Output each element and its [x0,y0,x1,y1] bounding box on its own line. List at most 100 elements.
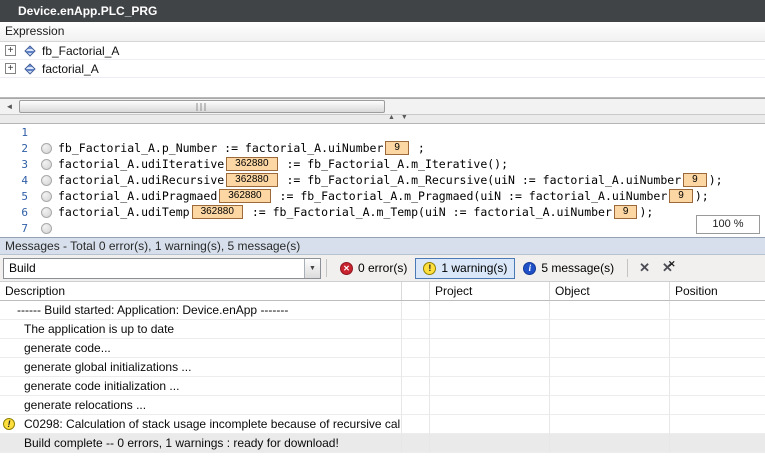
expand-plus-icon[interactable]: + [5,63,16,74]
warnings-filter-label: 1 warning(s) [441,261,507,275]
messages-toolbar: Build ▼ ✕ 0 error(s) ! 1 warning(s) i 5 … [0,255,765,282]
watch-row-factorial[interactable]: + factorial_A [0,60,765,78]
clear-all-messages-icon[interactable]: ✕ [662,258,673,278]
splitter-collapse-icons[interactable]: ▲▼ [388,114,414,121]
code-line[interactable]: 5 factorial_A.udiPragmaed362880 := fb_Fa… [0,188,765,204]
breakpoint-indicator-icon[interactable] [41,143,52,154]
message-description: generate code... [0,339,402,358]
monitor-value: 9 [614,205,638,219]
warning-icon: ! [423,262,436,275]
breakpoint-column[interactable] [34,223,58,234]
message-description: generate code initialization ... [0,377,402,396]
message-row[interactable]: The application is up to date [0,320,765,339]
watch-panel: Expression + fb_Factorial_A + factorial_… [0,22,765,98]
clear-messages-icon[interactable]: ✕ [639,258,650,278]
monitor-value: 9 [669,189,693,203]
monitor-value: 362880 [226,173,277,187]
message-row[interactable]: ------ Build started: Application: Devic… [0,301,765,320]
code-line[interactable]: 3 factorial_A.udiIterative362880 := fb_F… [0,156,765,172]
code-text: factorial_A.udiIterative362880 := fb_Fac… [58,157,508,172]
breakpoint-column[interactable] [34,159,58,170]
line-number: 6 [0,206,34,219]
message-description: Build complete -- 0 errors, 1 warnings :… [0,434,402,453]
messages-table-header: Description Project Object Position [0,282,765,301]
line-number: 2 [0,142,34,155]
line-number: 3 [0,158,34,171]
breakpoint-column[interactable] [34,143,58,154]
horizontal-scrollbar[interactable]: ◄ [0,98,765,115]
chevron-down-icon[interactable]: ▼ [304,259,320,278]
message-row[interactable]: generate global initializations ... [0,358,765,377]
monitor-value: 362880 [219,189,270,203]
panel-splitter[interactable]: ▲▼ [0,115,765,124]
code-text: factorial_A.udiTemp362880 := fb_Factoria… [58,205,653,220]
scroll-left-icon[interactable]: ◄ [2,100,17,113]
column-header-spacer [402,282,430,300]
column-header-object[interactable]: Object [550,282,670,300]
code-text: factorial_A.udiRecursive362880 := fb_Fac… [58,173,723,188]
message-row-build-complete[interactable]: Build complete -- 0 errors, 1 warnings :… [0,434,765,453]
message-description: The application is up to date [0,320,402,339]
document-tab-title[interactable]: Device.enApp.PLC_PRG [0,0,765,22]
messages-summary-label: Messages - Total 0 error(s), 1 warning(s… [5,239,300,253]
breakpoint-indicator-icon[interactable] [41,191,52,202]
monitor-value: 9 [683,173,707,187]
message-row[interactable]: generate code initialization ... [0,377,765,396]
line-number: 7 [0,222,34,235]
plc-editor-window: Device.enApp.PLC_PRG Expression + fb_Fac… [0,0,765,460]
code-text: factorial_A.udiPragmaed362880 := fb_Fact… [58,189,709,204]
error-icon: ✕ [340,262,353,275]
line-number: 1 [0,126,34,139]
code-text: fb_Factorial_A.p_Number := factorial_A.u… [58,141,425,156]
warnings-filter-button[interactable]: ! 1 warning(s) [415,258,515,279]
breakpoint-indicator-icon[interactable] [41,159,52,170]
code-line[interactable]: 6 factorial_A.udiTemp362880 := fb_Factor… [0,204,765,220]
line-number: 4 [0,174,34,187]
expression-header-label: Expression [5,24,64,38]
expression-column-header[interactable]: Expression [0,22,765,42]
breakpoint-indicator-icon[interactable] [41,223,52,234]
message-description: ------ Build started: Application: Devic… [0,301,402,320]
code-line[interactable]: 2 fb_Factorial_A.p_Number := factorial_A… [0,140,765,156]
message-description: generate relocations ... [0,396,402,415]
scrollbar-grip-icon [197,103,208,111]
column-header-position[interactable]: Position [670,282,765,300]
message-description: generate global initializations ... [0,358,402,377]
category-dropdown-value: Build [4,261,304,275]
code-line[interactable]: 1 [0,124,765,140]
scrollbar-thumb[interactable] [19,100,385,113]
variable-icon [24,63,35,74]
breakpoint-column[interactable] [34,175,58,186]
code-line[interactable]: 7 [0,220,765,236]
watch-row-fb-factorial[interactable]: + fb_Factorial_A [0,42,765,60]
monitor-value: 362880 [226,157,277,171]
watch-item-label: factorial_A [42,62,99,76]
code-editor[interactable]: 1 2 fb_Factorial_A.p_Number := factorial… [0,124,765,237]
messages-filter-button[interactable]: i 5 message(s) [515,258,622,279]
breakpoint-column[interactable] [34,191,58,202]
message-row[interactable]: generate code... [0,339,765,358]
column-header-project[interactable]: Project [430,282,550,300]
errors-filter-button[interactable]: ✕ 0 error(s) [332,258,415,279]
errors-filter-label: 0 error(s) [358,261,407,275]
monitor-value: 9 [385,141,409,155]
breakpoint-indicator-icon[interactable] [41,207,52,218]
monitor-value: 362880 [192,205,243,219]
code-line[interactable]: 4 factorial_A.udiRecursive362880 := fb_F… [0,172,765,188]
line-number: 5 [0,190,34,203]
column-header-description[interactable]: Description [0,282,402,300]
category-dropdown[interactable]: Build ▼ [3,258,321,279]
messages-filter-label: 5 message(s) [541,261,614,275]
info-icon: i [523,262,536,275]
breakpoint-column[interactable] [34,207,58,218]
breakpoint-indicator-icon[interactable] [41,175,52,186]
toolbar-separator [326,259,327,277]
message-row-warning[interactable]: ! C0298: Calculation of stack usage inco… [0,415,765,434]
message-row[interactable]: generate relocations ... [0,396,765,415]
messages-panel-header: Messages - Total 0 error(s), 1 warning(s… [0,237,765,255]
window-title: Device.enApp.PLC_PRG [18,4,157,18]
warning-icon: ! [3,418,15,430]
expand-plus-icon[interactable]: + [5,45,16,56]
editor-zoom-level[interactable]: 100 % [696,215,760,234]
messages-table-body: ------ Build started: Application: Devic… [0,301,765,453]
